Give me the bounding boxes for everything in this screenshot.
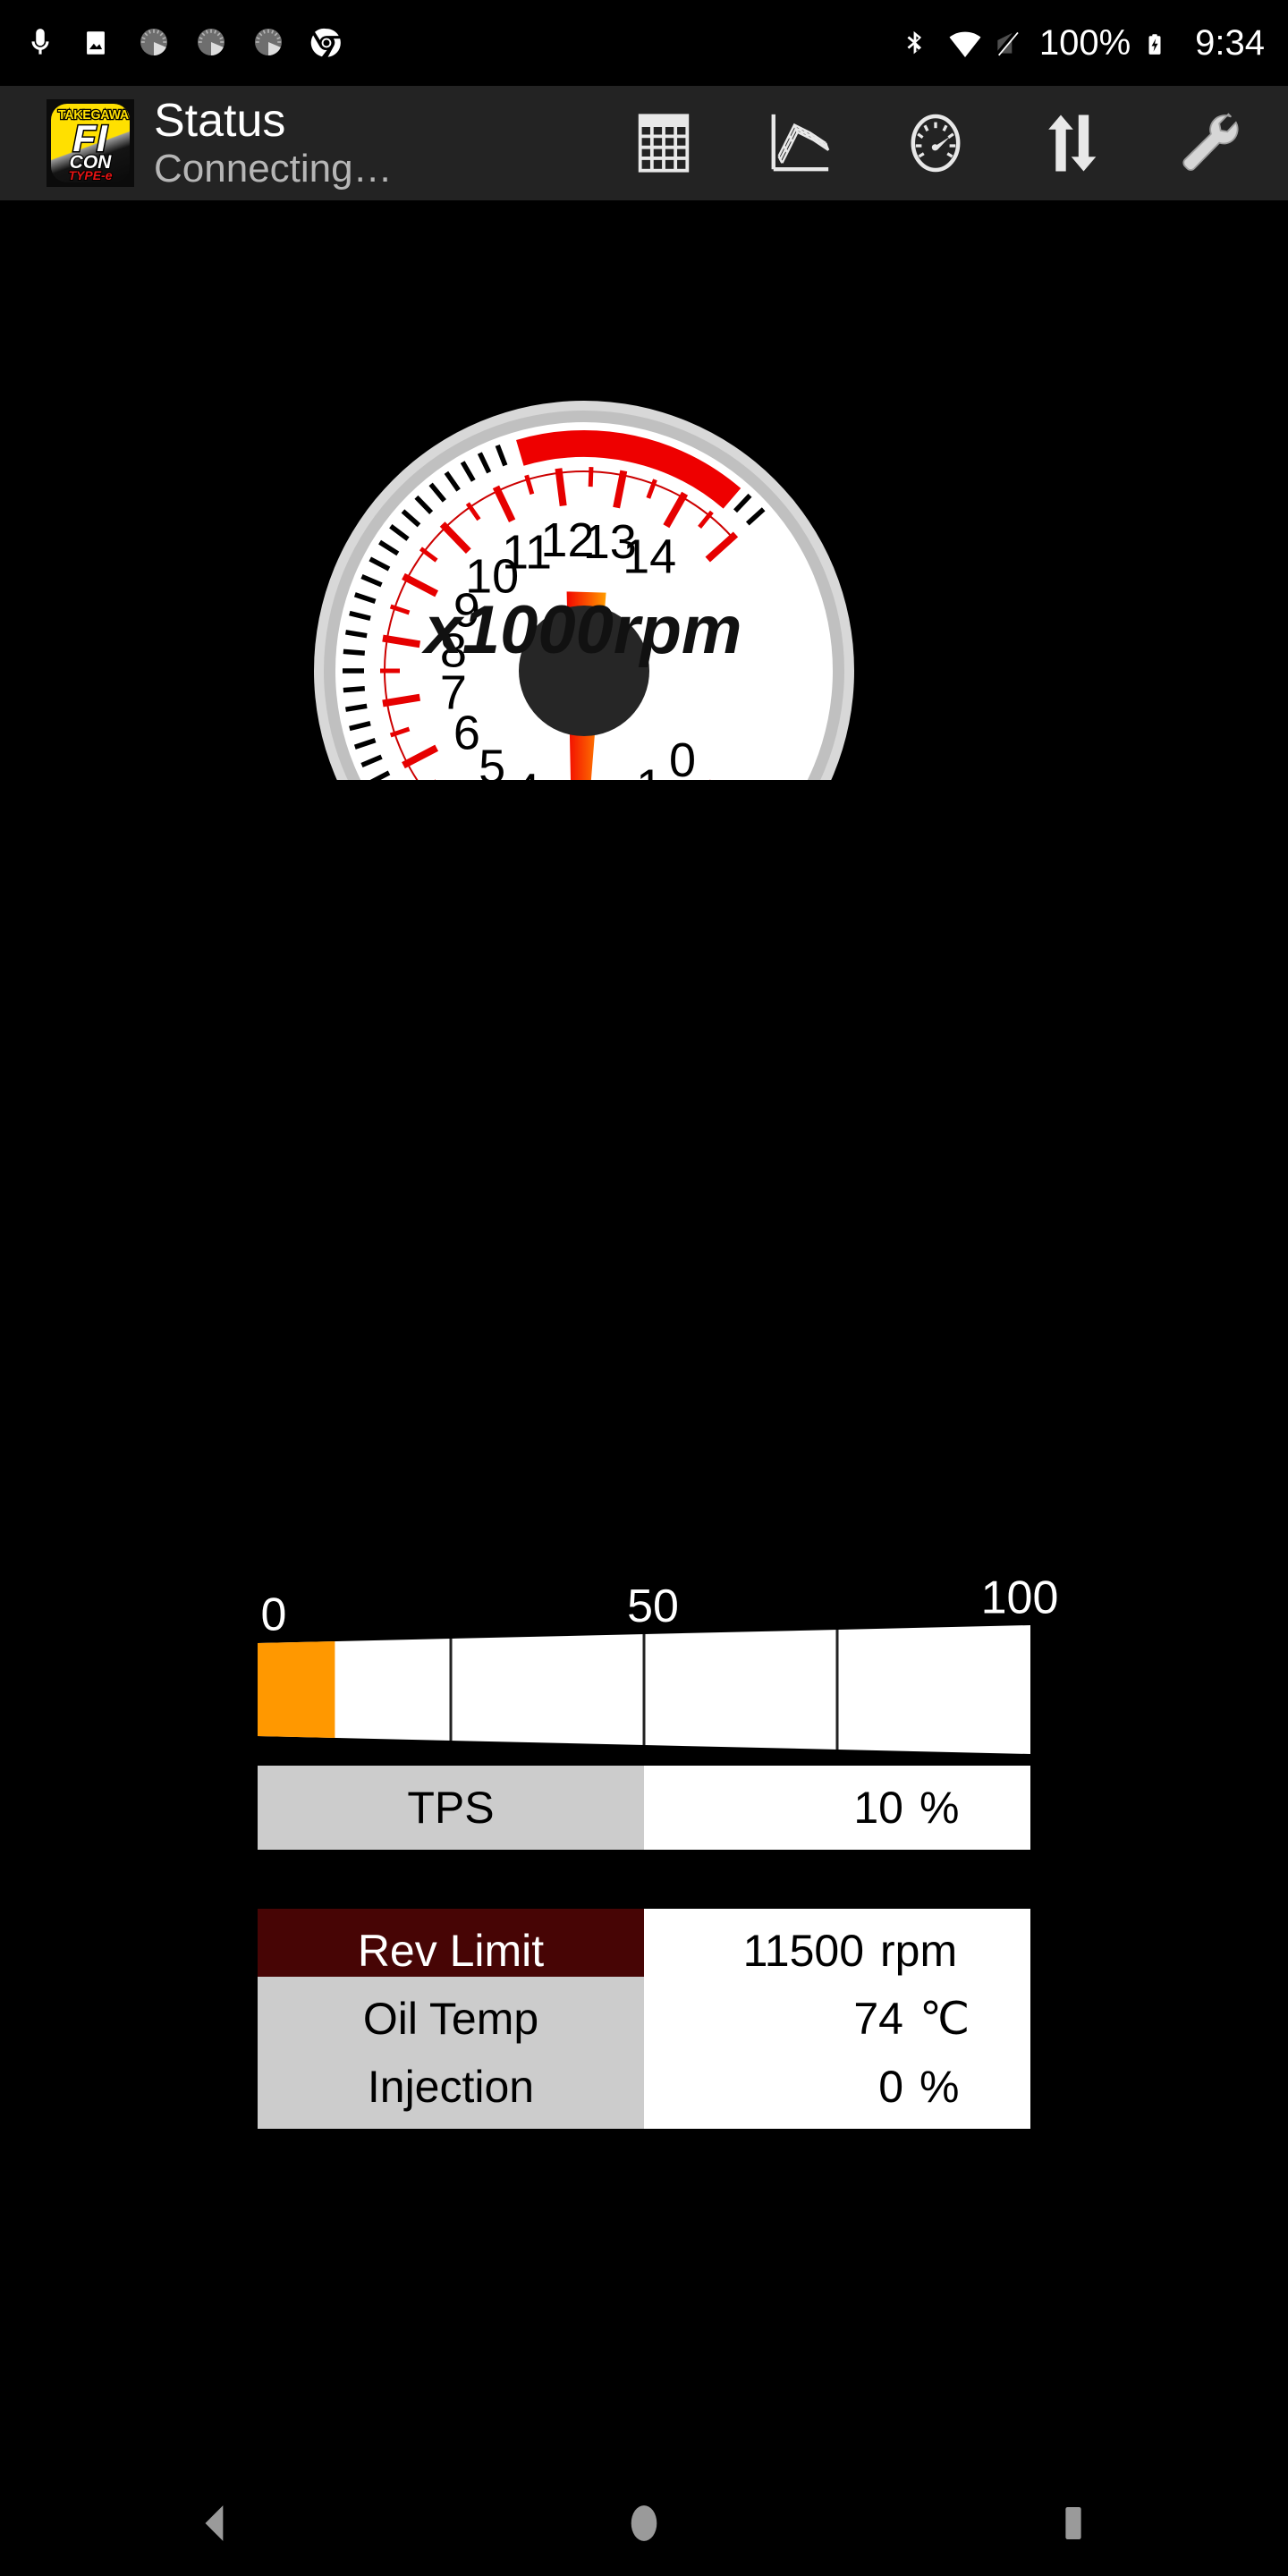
sync-spinner-icon — [252, 26, 286, 60]
battery-charging-icon — [1143, 26, 1177, 60]
wrench-icon[interactable] — [1140, 86, 1275, 200]
readout-value-cell: 10 % — [644, 1766, 1030, 1850]
app-logo: TAKEGAWA FI CON TYPE-e — [47, 99, 134, 187]
nav-back-button[interactable] — [134, 2470, 295, 2576]
circle-icon — [621, 2497, 667, 2549]
wifi-icon — [946, 26, 980, 60]
tachometer-tick-label: 1 — [636, 760, 663, 780]
nav-recents-button[interactable] — [993, 2470, 1154, 2576]
app-bar-titles: Status Connecting… — [154, 95, 393, 191]
rpm-unit-label: x1000rpm — [421, 592, 742, 668]
map-graph-icon[interactable] — [732, 86, 868, 200]
tachometer-tick-label: 14 — [623, 530, 676, 583]
microphone-icon — [23, 26, 57, 60]
tps-scale-label: 100 — [981, 1572, 1059, 1623]
readout-value: 11500 — [743, 1925, 864, 1977]
square-icon — [1053, 2498, 1094, 2548]
tps-scale-label: 0 — [261, 1589, 287, 1641]
sync-spinner-icon — [195, 26, 229, 60]
bluetooth-icon — [900, 26, 934, 60]
transfer-icon[interactable] — [1004, 86, 1140, 200]
tachometer-tick-label: 5 — [479, 740, 505, 780]
readout-row-tps: TPS 10 % — [258, 1766, 1030, 1850]
status-bar-clock: 9:34 — [1195, 23, 1265, 64]
readout-label: Injection — [258, 2045, 644, 2129]
readout-row-injection: Injection 0 % — [258, 2045, 1030, 2129]
page-title: Status — [154, 95, 393, 147]
chrome-icon — [309, 26, 343, 60]
connection-status-subtitle: Connecting… — [154, 147, 393, 191]
app-bar: TAKEGAWA FI CON TYPE-e Status Connecting… — [0, 86, 1288, 200]
gauge-icon[interactable] — [868, 86, 1004, 200]
app-screen: 100% 9:34 TAKEGAWA FI CON TYPE-e Status … — [0, 0, 1288, 2576]
triangle-left-icon — [190, 2498, 240, 2548]
no-signal-icon — [993, 26, 1027, 60]
status-bar-left-icons — [23, 26, 343, 60]
tachometer-tick-label: 0 — [669, 733, 696, 780]
table-icon[interactable] — [596, 86, 732, 200]
tachometer-tick-label: 2 — [597, 775, 623, 780]
readout-value-cell: 0 % — [644, 2045, 1030, 2129]
readout-unit: rpm — [864, 1925, 1016, 1977]
status-bar: 100% 9:34 — [0, 0, 1288, 86]
status-bar-right-icons: 100% 9:34 — [900, 23, 1265, 64]
readout-label: TPS — [258, 1766, 644, 1850]
readout-value: 10 — [853, 1782, 903, 1834]
readout-unit: ℃ — [903, 1993, 1016, 2045]
nav-home-button[interactable] — [564, 2470, 724, 2576]
battery-percent-label: 100% — [1039, 25, 1131, 61]
app-bar-toolbar — [596, 86, 1275, 200]
logo-type-text: TYPE-e — [51, 169, 130, 182]
readout-value: 74 — [853, 1993, 903, 2045]
readout-unit: % — [903, 2061, 1016, 2113]
tps-fill — [258, 1641, 335, 1738]
tps-scale-label: 50 — [627, 1580, 679, 1632]
tachometer-gauge: 01234567891011121314 2700 x1000rpm — [97, 243, 1072, 780]
android-nav-bar — [0, 2470, 1288, 2576]
tachometer-tick-label: 4 — [513, 764, 540, 780]
image-icon — [80, 26, 114, 60]
readout-value: 0 — [878, 2061, 903, 2113]
sync-spinner-icon — [138, 26, 172, 60]
readout-unit: % — [903, 1782, 1016, 1834]
